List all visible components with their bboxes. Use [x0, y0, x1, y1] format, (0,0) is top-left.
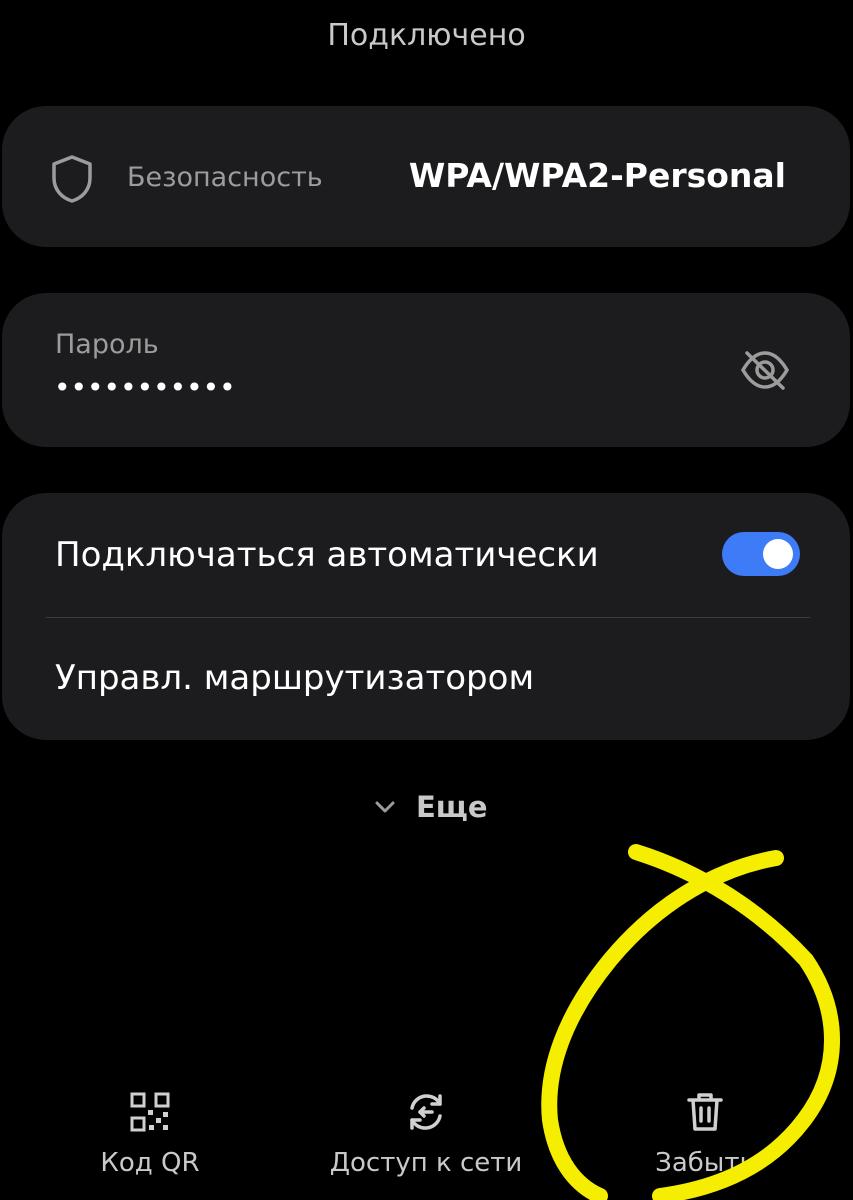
- show-password-eye-off-icon[interactable]: [740, 348, 790, 392]
- qr-code-button[interactable]: Код QR: [80, 1090, 220, 1190]
- trash-icon: [687, 1093, 723, 1131]
- more-button[interactable]: Еще: [374, 787, 488, 827]
- options-card: Подключаться автоматически Управл. маршр…: [2, 493, 850, 740]
- router-management-label: Управл. маршрутизатором: [55, 658, 535, 698]
- share-network-icon: [410, 1094, 442, 1130]
- chevron-down-icon: [375, 801, 395, 813]
- auto-connect-row[interactable]: Подключаться автоматически: [2, 493, 850, 617]
- share-network-button[interactable]: Доступ к сети: [326, 1090, 526, 1190]
- auto-connect-toggle[interactable]: [722, 532, 800, 576]
- qr-code-label: Код QR: [100, 1148, 200, 1178]
- auto-connect-label: Подключаться автоматически: [55, 535, 599, 575]
- qr-code-icon: [130, 1092, 170, 1132]
- forget-network-label: Забыть: [655, 1148, 755, 1178]
- password-label: Пароль: [55, 329, 159, 360]
- security-card: Безопасность WPA/WPA2-Personal: [2, 106, 850, 247]
- share-network-label: Доступ к сети: [329, 1148, 523, 1178]
- router-management-row[interactable]: Управл. маршрутизатором: [2, 618, 850, 740]
- forget-network-button[interactable]: Забыть: [630, 1090, 780, 1190]
- password-value[interactable]: •••••••••••: [54, 371, 236, 404]
- more-label: Еще: [416, 790, 488, 824]
- connection-status: Подключено: [327, 18, 526, 53]
- security-label: Безопасность: [127, 162, 323, 193]
- shield-icon: [52, 155, 92, 203]
- toggle-knob: [763, 539, 793, 569]
- password-card[interactable]: Пароль •••••••••••: [2, 293, 850, 447]
- security-value: WPA/WPA2-Personal: [408, 156, 786, 195]
